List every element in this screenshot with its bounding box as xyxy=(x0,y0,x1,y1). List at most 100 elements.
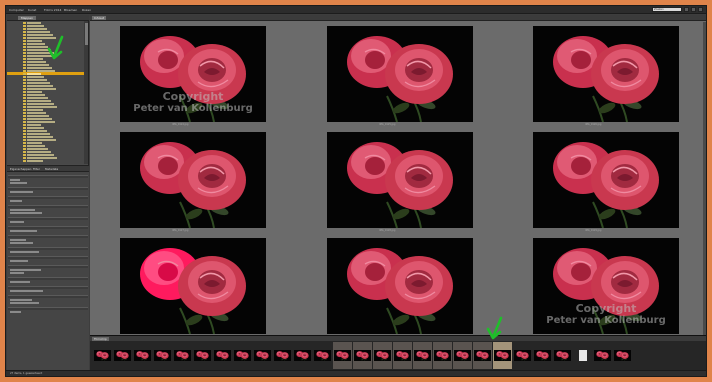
rose-image xyxy=(533,132,679,228)
thumbnail-cell[interactable]: IMG_0125.jpg xyxy=(319,23,479,126)
filmstrip-thumbnail[interactable] xyxy=(213,342,232,369)
rose-image xyxy=(327,238,473,334)
filmstrip-image xyxy=(254,350,271,361)
breadcrumb-item[interactable]: Kunst xyxy=(28,8,36,12)
sort-button[interactable] xyxy=(691,7,696,12)
property-group-header[interactable] xyxy=(8,256,88,259)
thumbnail-image[interactable] xyxy=(327,238,473,334)
thumbnail-cell[interactable]: IMG_0127.jpg xyxy=(112,129,272,232)
tab-properties[interactable]: Eigenschappen xyxy=(10,167,31,171)
filmstrip-thumbnail[interactable] xyxy=(333,342,352,369)
filmstrip-thumbnail[interactable] xyxy=(253,342,272,369)
filmstrip-image xyxy=(514,350,531,361)
view-mode-button[interactable] xyxy=(684,7,689,12)
property-group-header[interactable] xyxy=(8,286,88,289)
property-row xyxy=(10,302,39,304)
filmstrip-thumbnail[interactable] xyxy=(233,342,252,369)
thumbnail-cell[interactable]: IMG_0128.jpg xyxy=(319,129,479,232)
property-group-header[interactable] xyxy=(8,226,88,229)
path-bar: Computer Kunst Foto's 2014 Bloemen Rozen… xyxy=(6,6,706,14)
property-row xyxy=(10,251,39,253)
breadcrumb-item[interactable]: Computer xyxy=(9,8,24,12)
thumbnail-cell[interactable]: Copyright Peter van Kollenburg IMG_0124.jp… xyxy=(112,23,272,126)
rose-image xyxy=(534,350,551,361)
filmstrip-thumbnail[interactable] xyxy=(193,342,212,369)
property-group-header[interactable] xyxy=(8,265,88,268)
folder-tree-scrollbar[interactable] xyxy=(84,21,88,164)
filmstrip-thumbnail[interactable] xyxy=(393,342,412,369)
thumbnail-cell[interactable]: IMG_0126.jpg xyxy=(525,23,685,126)
breadcrumb-item[interactable]: Foto's 2014 xyxy=(44,8,61,12)
tab-folders[interactable]: Mappen xyxy=(18,16,36,20)
property-group-header[interactable] xyxy=(8,247,88,250)
filmstrip-thumbnail[interactable] xyxy=(533,342,552,369)
filmstrip-thumbnail[interactable] xyxy=(573,342,592,369)
rose-image xyxy=(294,350,311,361)
rose-image xyxy=(94,350,111,361)
filmstrip-thumbnail[interactable] xyxy=(373,342,392,369)
property-row xyxy=(10,191,33,193)
property-group-header[interactable] xyxy=(8,205,88,208)
folder-tree[interactable] xyxy=(7,21,85,164)
properties-panel xyxy=(7,172,89,372)
property-group-header[interactable] xyxy=(8,175,88,178)
left-panel: Mappen Eigenschappen Filter Metadata xyxy=(7,15,89,373)
property-group-header[interactable] xyxy=(8,187,88,190)
thumbnail-image[interactable] xyxy=(327,26,473,122)
thumbnail-image[interactable] xyxy=(533,132,679,228)
filmstrip-thumbnail[interactable] xyxy=(613,342,632,369)
property-group-header[interactable] xyxy=(8,295,88,298)
thumbnail-cell[interactable]: CopyrightPeter van KollenburgIMG_0132.jp… xyxy=(525,235,685,338)
tab-metadata[interactable]: Metadata xyxy=(45,167,58,171)
filmstrip-image xyxy=(154,350,171,361)
breadcrumb-item[interactable]: Rozen xyxy=(82,8,91,12)
thumbnail-image[interactable] xyxy=(533,26,679,122)
filmstrip-thumbnail[interactable] xyxy=(113,342,132,369)
rose-image xyxy=(334,350,351,361)
grid-scrollbar[interactable] xyxy=(703,22,706,335)
rose-image xyxy=(327,26,473,122)
property-group-header[interactable] xyxy=(8,307,88,310)
filmstrip-thumbnail[interactable] xyxy=(353,342,372,369)
rose-image xyxy=(494,350,511,361)
thumbnail-image[interactable] xyxy=(327,132,473,228)
filmstrip-thumbnail[interactable] xyxy=(273,342,292,369)
filmstrip-thumbnail[interactable] xyxy=(513,342,532,369)
filmstrip-thumbnail[interactable] xyxy=(453,342,472,369)
filmstrip-thumbnail[interactable] xyxy=(93,342,112,369)
filmstrip-thumbnail[interactable] xyxy=(173,342,192,369)
folder-item[interactable] xyxy=(7,159,85,162)
tab-filter[interactable]: Filter xyxy=(33,167,40,171)
tab-content[interactable]: Inhoud xyxy=(92,16,107,20)
filmstrip-thumbnail[interactable] xyxy=(593,342,612,369)
filmstrip-thumbnail[interactable] xyxy=(413,342,432,369)
tab-filmstrip[interactable]: Filmstrip xyxy=(92,336,109,341)
scrollbar-thumb[interactable] xyxy=(84,23,88,45)
thumbnail-image[interactable]: Copyright Peter van Kollenburg xyxy=(120,26,266,122)
filmstrip-image xyxy=(314,350,331,361)
thumbnail-image[interactable] xyxy=(120,238,266,334)
filmstrip-thumbnail[interactable] xyxy=(133,342,152,369)
thumbnail-cell[interactable]: IMG_0131.jpg xyxy=(319,235,479,338)
filmstrip-thumbnail[interactable] xyxy=(473,342,492,369)
filmstrip-thumbnail[interactable] xyxy=(153,342,172,369)
property-group-header[interactable] xyxy=(8,277,88,280)
breadcrumb-item[interactable]: Bloemen xyxy=(64,8,77,12)
thumbnail-image[interactable] xyxy=(120,132,266,228)
rose-image xyxy=(594,350,611,361)
filmstrip-thumbnail[interactable] xyxy=(293,342,312,369)
search-input[interactable]: Zoeken xyxy=(652,7,682,12)
filmstrip-thumbnail[interactable] xyxy=(433,342,452,369)
thumbnail-cell[interactable]: IMG_0129.jpg xyxy=(525,129,685,232)
property-group-header[interactable] xyxy=(8,217,88,220)
property-group-header[interactable] xyxy=(8,196,88,199)
thumbnail-image[interactable]: Copyright Peter van Kollenburg xyxy=(533,238,679,334)
rose-image xyxy=(274,350,291,361)
filmstrip-thumbnail[interactable] xyxy=(553,342,572,369)
filmstrip-thumbnail[interactable] xyxy=(313,342,332,369)
property-group-header[interactable] xyxy=(8,235,88,238)
settings-button[interactable] xyxy=(698,7,703,12)
filmstrip-thumbnail[interactable] xyxy=(493,342,512,369)
property-row xyxy=(10,242,33,244)
thumbnail-cell[interactable]: IMG_0130.jpg xyxy=(112,235,272,338)
